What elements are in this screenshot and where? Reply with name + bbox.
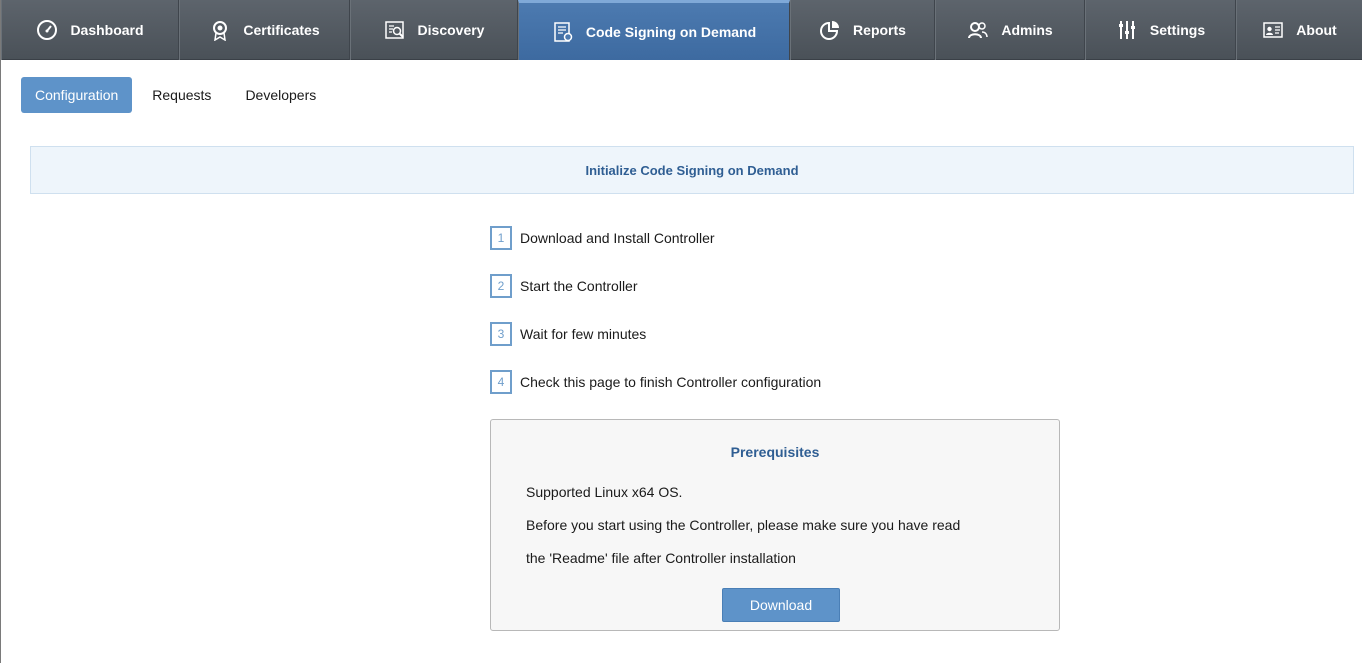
step-number: 2	[490, 274, 512, 298]
step-text: Download and Install Controller	[520, 230, 715, 246]
prerequisite-readme-line1: Before you start using the Controller, p…	[526, 517, 961, 533]
nav-admins-label: Admins	[1001, 22, 1053, 38]
step-item: 2 Start the Controller	[490, 274, 821, 298]
nav-settings-label: Settings	[1149, 22, 1206, 38]
code-signing-icon	[554, 21, 573, 42]
top-nav: Dashboard Certificates Discovery Code Si…	[1, 0, 1362, 60]
step-item: 3 Wait for few minutes	[490, 322, 821, 346]
nav-reports[interactable]: Reports	[790, 0, 935, 60]
steps-list: 1 Download and Install Controller 2 Star…	[490, 226, 821, 418]
id-card-icon	[1263, 22, 1284, 38]
prerequisites-title: Prerequisites	[730, 444, 820, 460]
nav-about-label: About	[1296, 22, 1337, 38]
admins-icon	[968, 22, 989, 39]
prerequisites-panel: Prerequisites Supported Linux x64 OS. Be…	[490, 419, 1060, 631]
sliders-icon	[1118, 21, 1135, 39]
section-banner: Initialize Code Signing on Demand	[30, 146, 1354, 194]
certificate-badge-icon	[213, 21, 228, 41]
tab-developers[interactable]: Developers	[231, 77, 330, 113]
nav-about[interactable]: About	[1236, 0, 1362, 60]
step-number: 4	[490, 370, 512, 394]
step-item: 4 Check this page to finish Controller c…	[490, 370, 821, 394]
nav-dashboard[interactable]: Dashboard	[1, 0, 179, 60]
nav-code-signing-label: Code Signing on Demand	[585, 23, 757, 40]
step-text: Wait for few minutes	[520, 326, 647, 342]
nav-discovery[interactable]: Discovery	[350, 0, 518, 60]
step-number: 1	[490, 226, 512, 250]
nav-admins[interactable]: Admins	[935, 0, 1085, 60]
step-number: 3	[490, 322, 512, 346]
step-item: 1 Download and Install Controller	[490, 226, 821, 250]
prerequisite-readme-line2: the 'Readme' file after Controller insta…	[526, 550, 796, 566]
nav-dashboard-label: Dashboard	[70, 22, 144, 38]
gauge-icon	[37, 20, 58, 40]
nav-certificates-label: Certificates	[243, 22, 320, 38]
nav-settings[interactable]: Settings	[1085, 0, 1236, 60]
nav-certificates[interactable]: Certificates	[179, 0, 350, 60]
step-text: Start the Controller	[520, 278, 638, 294]
step-text: Check this page to finish Controller con…	[520, 374, 822, 390]
pie-chart-icon	[820, 21, 840, 40]
nav-code-signing[interactable]: Code Signing on Demand	[518, 0, 790, 60]
nav-discovery-label: Discovery	[417, 22, 485, 38]
sub-tabs: Configuration Requests Developers	[21, 77, 330, 113]
page: Dashboard Certificates Discovery Code Si…	[0, 0, 1362, 663]
banner-title: Initialize Code Signing on Demand	[585, 162, 799, 178]
prerequisite-os: Supported Linux x64 OS.	[526, 484, 683, 500]
tab-requests[interactable]: Requests	[138, 77, 225, 113]
download-button[interactable]: Download	[722, 588, 840, 622]
nav-reports-label: Reports	[853, 22, 906, 38]
tab-configuration[interactable]: Configuration	[21, 77, 133, 113]
discovery-icon	[384, 21, 404, 39]
